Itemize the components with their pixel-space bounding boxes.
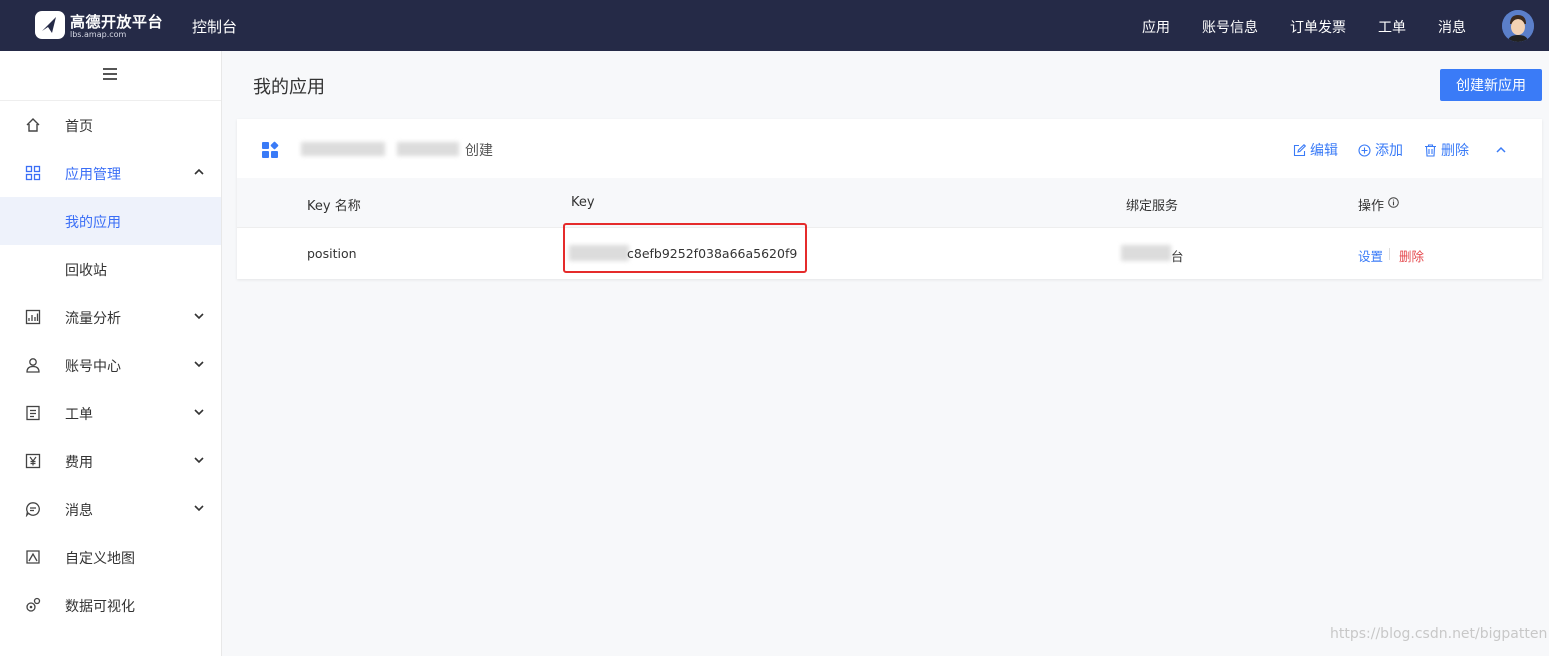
delete-label: 删除 [1441,143,1469,159]
trash-icon [1425,144,1436,157]
menu-toggle-icon[interactable] [103,68,117,82]
sidebar-item-traffic-analysis[interactable]: 流量分析 [0,293,221,341]
sidebar-item-billing[interactable]: 费用 [0,437,221,485]
ticket-icon [26,405,40,421]
sidebar-item-label: 工单 [65,407,93,423]
delete-app-button[interactable]: 删除 [1424,140,1469,160]
col-bound-service: 绑定服务 [1126,199,1179,214]
sidebar-item-label: 账号中心 [65,359,121,375]
chart-icon [25,309,41,325]
chevron-down-icon [194,361,204,368]
map-icon [26,550,40,564]
bound-service-cell: 台 [1171,249,1184,264]
edit-button[interactable]: 编辑 [1293,140,1338,160]
sidebar-item-my-apps[interactable]: 我的应用 [0,197,221,245]
table-row: position c8efb9252f038a66a5620f9 台 设置 删除 [237,229,1542,279]
delete-key-link[interactable]: 删除 [1399,246,1424,265]
op-divider [1389,248,1390,260]
add-label: 添加 [1375,143,1403,159]
plus-circle-icon [1358,144,1371,157]
redacted-created-date [397,142,459,156]
chevron-down-icon [194,409,204,416]
add-button[interactable]: 添加 [1358,140,1403,160]
nav-apps[interactable]: 应用 [1142,17,1170,37]
app-icon [262,141,279,158]
visual-icon [26,597,41,612]
page-title: 我的应用 [253,77,325,98]
sidebar-item-app-management[interactable]: 应用管理 [0,149,221,197]
watermark: https://blog.csdn.net/bigpatten [1330,626,1548,642]
col-operation: 操作 [1358,199,1385,214]
sidebar-item-label: 应用管理 [65,167,121,183]
user-icon [26,358,40,373]
chevron-down-icon [194,505,204,512]
sidebar-item-data-visualization[interactable]: 数据可视化 [0,581,221,629]
amap-logo-icon[interactable] [34,9,68,41]
settings-link[interactable]: 设置 [1358,246,1383,265]
sidebar-item-home[interactable]: 首页 [0,101,221,149]
top-navbar: 高德开放平台 lbs.amap.com 控制台 应用 账号信息 订单发票 工单 … [0,0,1549,51]
sidebar-item-recycle-bin[interactable]: 回收站 [0,245,221,293]
col-key: Key [571,195,595,210]
sidebar-item-label: 我的应用 [65,215,121,231]
chevron-down-icon [194,313,204,320]
chevron-down-icon [194,457,204,464]
create-app-button[interactable]: 创建新应用 [1440,69,1542,101]
nav-account-info[interactable]: 账号信息 [1202,17,1258,37]
sidebar-item-label: 回收站 [65,263,107,279]
info-icon[interactable] [1388,197,1399,208]
chevron-up-icon[interactable] [1494,143,1508,157]
edit-icon [1293,144,1307,157]
sidebar-item-account-center[interactable]: 账号中心 [0,341,221,389]
sidebar-item-label: 自定义地图 [65,551,135,567]
sidebar-item-label: 首页 [65,119,93,135]
brand-domain: lbs.amap.com [70,30,127,39]
highlight-annotation [563,223,807,273]
key-name-cell: position [307,246,357,261]
chevron-up-icon [194,168,204,175]
message-icon [25,502,40,517]
sidebar-item-messages[interactable]: 消息 [0,485,221,533]
sidebar-item-tickets[interactable]: 工单 [0,389,221,437]
sidebar-item-label: 流量分析 [65,311,121,327]
sidebar-item-label: 消息 [65,503,93,519]
nav-tickets[interactable]: 工单 [1378,17,1406,37]
sidebar: 首页 应用管理 我的应用 回收站 流量分析 账号中心 工单 费用 消息 自定义地… [0,51,222,656]
grid-icon [25,165,41,181]
home-icon [26,118,40,132]
sidebar-item-label: 数据可视化 [65,599,135,615]
created-label: 创建 [465,143,493,159]
redacted-app-name [301,142,385,156]
nav-messages[interactable]: 消息 [1438,17,1466,37]
sidebar-item-custom-map[interactable]: 自定义地图 [0,533,221,581]
app-card: 创建 编辑 添加 删除 Key 名称 Key 绑定服务 操作 position … [237,119,1542,279]
col-key-name: Key 名称 [307,199,361,214]
user-avatar[interactable] [1502,10,1534,42]
redacted-service-name [1121,245,1171,261]
sidebar-item-label: 费用 [65,455,93,471]
nav-orders-invoices[interactable]: 订单发票 [1290,17,1346,37]
table-header: Key 名称 Key 绑定服务 操作 [237,178,1542,228]
yen-icon [25,453,41,469]
console-title[interactable]: 控制台 [192,16,237,37]
edit-label: 编辑 [1310,143,1338,159]
brand-name: 高德开放平台 [70,13,164,31]
